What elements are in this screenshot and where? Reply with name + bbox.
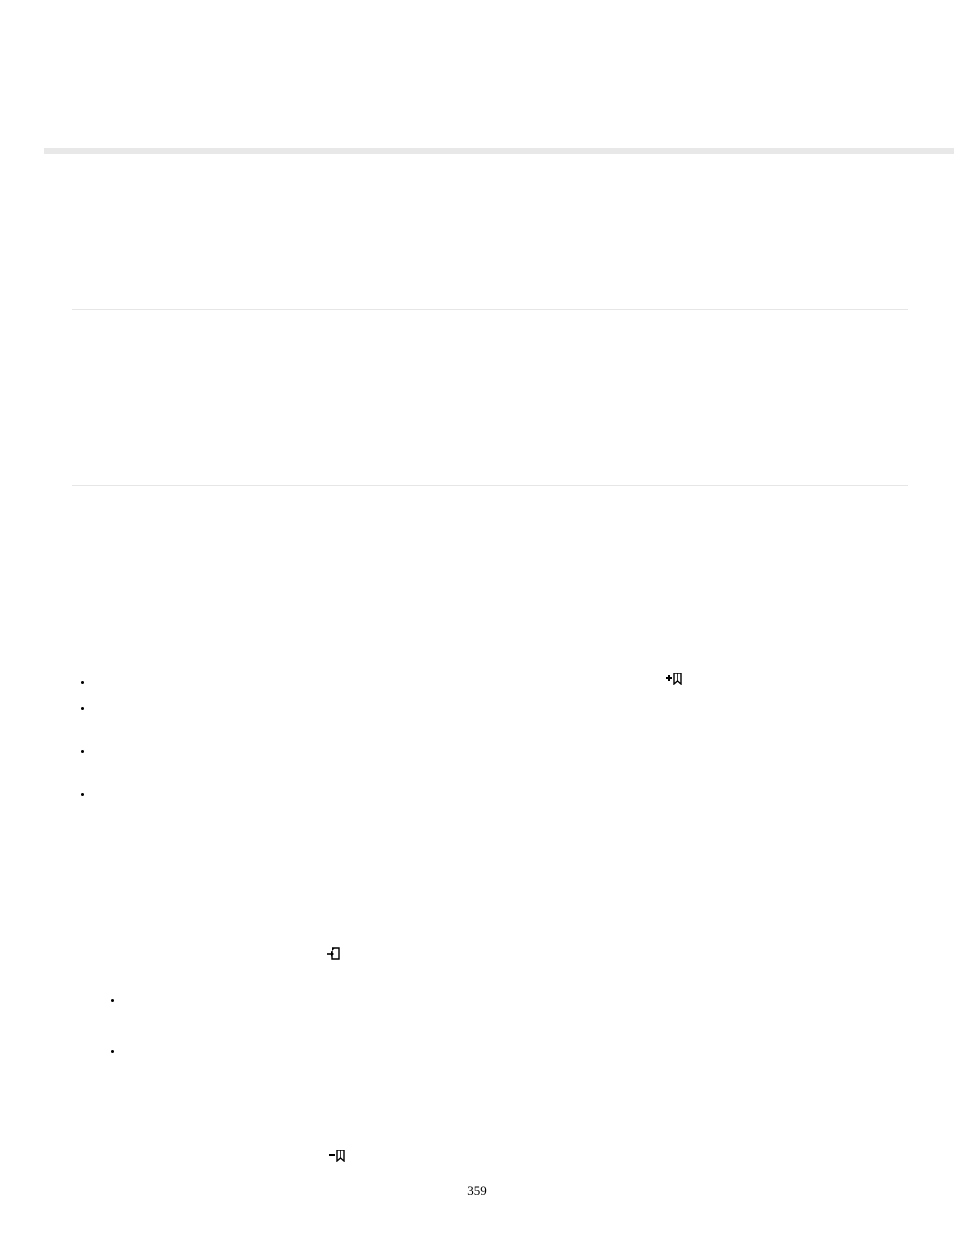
empty-block [72,510,908,678]
plus-bookmark-icon [666,672,683,690]
bulleted-section [72,486,908,808]
list-item [94,790,908,808]
arrow-into-page-icon [327,947,341,965]
bullet-list [72,678,908,808]
page-number: 359 [0,1183,954,1199]
list-item [94,747,908,790]
page-content [72,170,908,808]
minus-bookmark-icon [329,1149,346,1167]
empty-block [72,310,908,485]
bullet-list-nested [98,996,908,1065]
list-item [124,1047,908,1065]
list-item [124,996,908,1047]
header-separator-bar [44,148,954,154]
nested-bullet-block [98,996,908,1065]
document-page: 359 [0,0,954,1235]
list-item [94,678,908,704]
list-item [94,704,908,747]
empty-block [72,170,908,309]
